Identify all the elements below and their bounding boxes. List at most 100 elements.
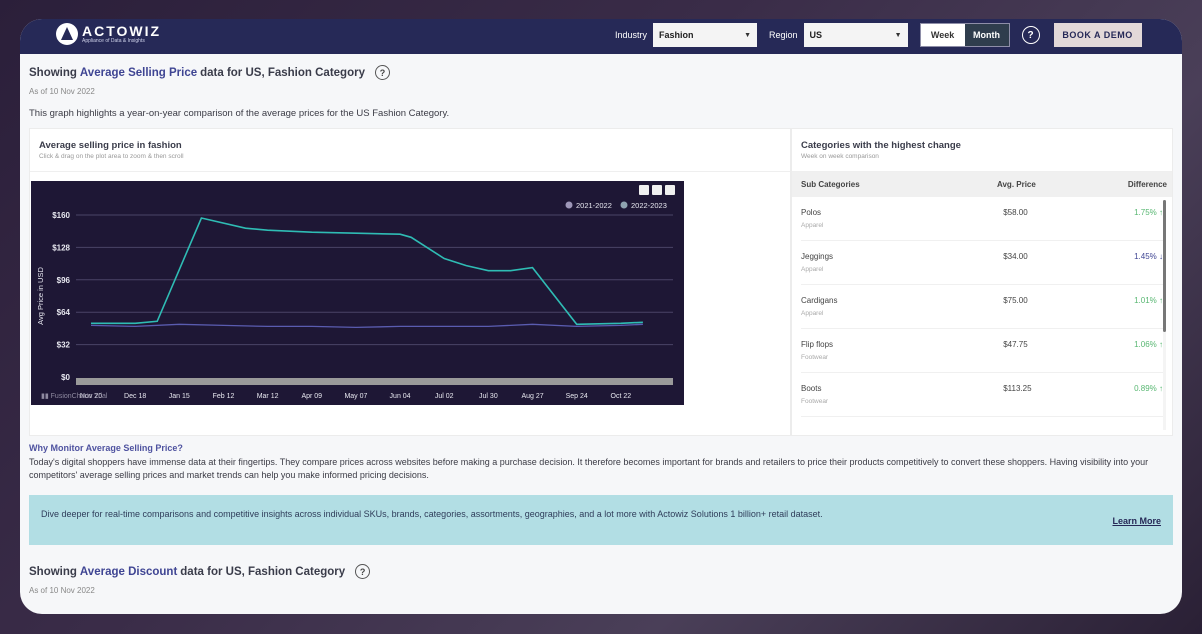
learn-more-link[interactable]: Learn More <box>1112 516 1161 526</box>
legend-marker <box>566 202 573 209</box>
row-name: Cardigans <box>801 296 1003 305</box>
industry-value: Fashion <box>659 30 694 40</box>
x-tick-label: Oct 22 <box>611 393 632 400</box>
legend-label: 2022-2023 <box>631 201 667 210</box>
row-price: $47.75 <box>1003 340 1117 372</box>
categories-panel: Categories with the highest change Week … <box>791 128 1173 436</box>
period-toggle: Week Month <box>920 23 1010 47</box>
x-tick-label: Jun 04 <box>390 393 411 400</box>
x-tick-label: Sep 24 <box>566 393 588 400</box>
help-icon[interactable]: ? <box>355 564 370 579</box>
help-icon[interactable]: ? <box>375 65 390 80</box>
table-row[interactable]: Boots Footwear$113.250.89% ↑ <box>801 373 1163 417</box>
table-row[interactable]: Cardigans Apparel$75.001.01% ↑ <box>801 285 1163 329</box>
why-title: Why Monitor Average Selling Price? <box>29 443 1173 453</box>
chart-svg[interactable]: $0$32$64$96$128$160Nov 20Dec 18Jan 15Feb… <box>31 181 684 405</box>
row-diff: 1.06% ↑ <box>1118 340 1163 372</box>
row-price: $113.25 <box>1003 384 1117 416</box>
region-select[interactable]: US ▼ <box>804 23 908 47</box>
scrollbar[interactable] <box>1163 200 1166 430</box>
toggle-week[interactable]: Week <box>921 24 965 46</box>
x-tick-label: May 07 <box>344 393 367 400</box>
row-category: Apparel <box>801 310 1003 317</box>
row-name: Flip flops <box>801 340 1003 349</box>
y-axis-label: Avg Price in USD <box>36 267 45 325</box>
industry-select[interactable]: Fashion ▼ <box>653 23 757 47</box>
caret-down-icon: ▼ <box>744 32 751 39</box>
y-tick-label: $96 <box>57 276 71 285</box>
line-chart[interactable]: $0$32$64$96$128$160Nov 20Dec 18Jan 15Feb… <box>31 181 684 405</box>
row-price: $75.00 <box>1003 296 1117 328</box>
y-tick-label: $64 <box>57 308 71 317</box>
title-prefix: Showing <box>29 67 77 79</box>
row-category: Footwear <box>801 398 1003 405</box>
zoom-out-button[interactable] <box>639 185 649 195</box>
row-price: $34.00 <box>1003 252 1117 284</box>
table-row[interactable]: PolosApparel$58.001.75% ↑ <box>801 197 1163 241</box>
row-price: $58.00 <box>1003 208 1117 240</box>
row-diff: 1.45% ↓ <box>1118 252 1163 284</box>
why-text: Today's digital shoppers have immense da… <box>29 456 1173 482</box>
row-category: Apparel <box>801 222 1003 229</box>
brand-logo[interactable]: ACTOWIZ Appliance of Data & Insights <box>56 23 161 45</box>
x-tick-label: Aug 27 <box>521 393 543 400</box>
title-suffix: data for US, Fashion Category <box>180 566 345 578</box>
book-demo-button[interactable]: BOOK A DEMO <box>1054 23 1142 47</box>
title-highlight: Average Discount <box>80 566 177 578</box>
brand-name: ACTOWIZ <box>82 24 161 38</box>
title-suffix: data for US, Fashion Category <box>200 67 365 79</box>
as-of-date: As of 10 Nov 2022 <box>29 87 1173 96</box>
legend-marker <box>621 202 628 209</box>
row-name: Jeggings <box>801 252 1003 261</box>
title-highlight: Average Selling Price <box>80 67 197 79</box>
table-header: Sub Categories Avg. Price Difference <box>792 172 1172 197</box>
chart-panel-subtitle: Click & drag on the plot area to zoom & … <box>39 153 781 160</box>
chart-panel-title: Average selling price in fashion <box>39 140 781 151</box>
top-navbar: ACTOWIZ Appliance of Data & Insights Ind… <box>20 19 1182 54</box>
toggle-month[interactable]: Month <box>965 24 1009 46</box>
banner-text: Dive deeper for real-time comparisons an… <box>41 508 851 521</box>
section-description: This graph highlights a year-on-year com… <box>29 108 1173 119</box>
series-line-2022-2023 <box>91 218 643 324</box>
title-prefix: Showing <box>29 566 77 578</box>
as-of-date: As of 10 Nov 2022 <box>29 586 1173 595</box>
categories-title: Categories with the highest change <box>801 140 1163 151</box>
y-tick-label: $32 <box>57 341 71 350</box>
y-tick-label: $128 <box>52 243 70 252</box>
row-category: Footwear <box>801 354 1003 361</box>
col-sub-categories[interactable]: Sub Categories <box>792 180 997 189</box>
region-value: US <box>810 30 823 40</box>
scrollbar-thumb[interactable] <box>1163 200 1166 332</box>
row-diff: 1.01% ↑ <box>1118 296 1163 328</box>
help-icon[interactable]: ? <box>1022 26 1040 44</box>
reset-zoom-button[interactable] <box>652 185 662 195</box>
col-avg-price[interactable]: Avg. Price <box>997 180 1112 189</box>
table-row[interactable]: Flip flops Footwear$47.751.06% ↑ <box>801 329 1163 373</box>
y-tick-label: $160 <box>52 211 70 220</box>
chart-panel: Average selling price in fashion Click &… <box>29 128 791 436</box>
app-window: ACTOWIZ Appliance of Data & Insights Ind… <box>20 19 1182 614</box>
caret-down-icon: ▼ <box>895 32 902 39</box>
row-diff: 0.89% ↑ <box>1118 384 1163 416</box>
row-name: Boots <box>801 384 1003 393</box>
brand-tagline: Appliance of Data & Insights <box>82 38 161 45</box>
cta-banner: Dive deeper for real-time comparisons an… <box>29 495 1173 545</box>
fusioncharts-watermark: ▮▮ FusionCharts Trial <box>41 393 108 400</box>
region-label: Region <box>769 30 798 40</box>
section-title: Showing Average Selling Price data for U… <box>29 65 1173 80</box>
x-tick-label: Jul 02 <box>435 393 454 400</box>
logo-icon <box>56 23 78 45</box>
row-category: Apparel <box>801 266 1003 273</box>
x-tick-label: Dec 18 <box>124 393 146 400</box>
industry-label: Industry <box>615 30 647 40</box>
y-tick-label: $0 <box>61 373 70 382</box>
section2-title: Showing Average Discount data for US, Fa… <box>29 564 1173 579</box>
table-row[interactable]: Jeggings Apparel$34.001.45% ↓ <box>801 241 1163 285</box>
x-tick-label: Apr 09 <box>301 393 322 400</box>
series-line-2021-2022 <box>91 324 643 327</box>
pin-button[interactable] <box>665 185 675 195</box>
x-tick-label: Feb 12 <box>213 393 235 400</box>
col-difference[interactable]: Difference <box>1112 180 1167 189</box>
row-diff: 1.75% ↑ <box>1118 208 1163 240</box>
categories-subtitle: Week on week comparison <box>801 153 1163 160</box>
